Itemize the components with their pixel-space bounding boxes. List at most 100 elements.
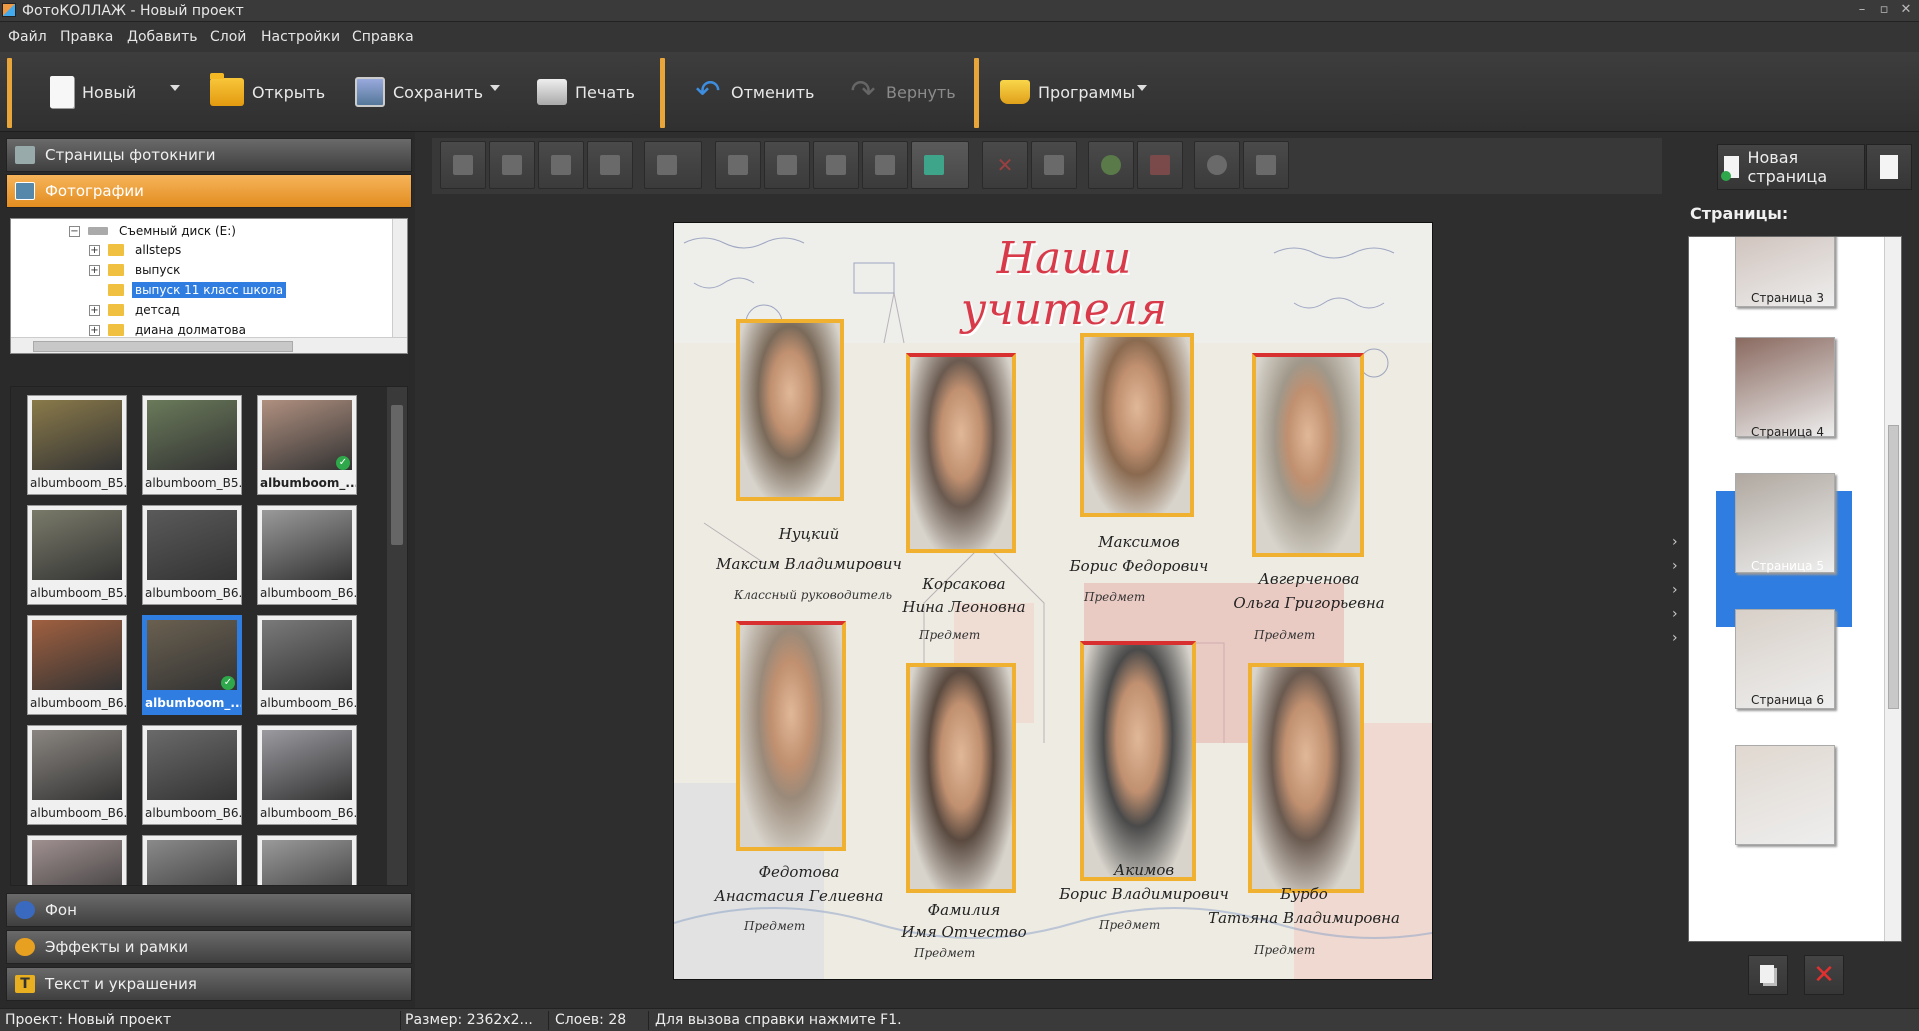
menu-help[interactable]: Справка xyxy=(352,29,414,45)
collapse-icon[interactable]: − xyxy=(69,225,80,237)
menu-settings[interactable]: Настройки xyxy=(261,29,340,45)
redo-button[interactable]: ↷ Вернуть xyxy=(848,62,955,122)
delete-page-button[interactable]: ✕ xyxy=(1804,955,1844,995)
programs-dropdown-arrow-icon[interactable] xyxy=(1137,85,1147,91)
page-thumbnail[interactable] xyxy=(1735,745,1835,845)
save-button[interactable]: Сохранить xyxy=(355,62,483,122)
teacher-name[interactable]: Акимов xyxy=(1044,861,1244,880)
teacher-photo[interactable] xyxy=(736,319,844,501)
section-text-decorations[interactable]: T Текст и украшения xyxy=(6,967,412,1001)
color-effects-button[interactable] xyxy=(1088,141,1134,189)
programs-button[interactable]: Программы xyxy=(1000,62,1135,122)
section-effects-frames[interactable]: Эффекты и рамки xyxy=(6,930,412,964)
menu-file[interactable]: Файл xyxy=(8,29,47,45)
settings-button[interactable] xyxy=(1194,141,1240,189)
rotate-right-button[interactable] xyxy=(764,141,810,189)
teacher-subject[interactable]: Предмет xyxy=(914,946,975,960)
teacher-photo[interactable] xyxy=(906,353,1016,553)
page-settings-button[interactable] xyxy=(1866,144,1912,190)
photo-thumbnail[interactable]: albumboom_B5... xyxy=(27,505,127,605)
tree-horizontal-scrollbar[interactable] xyxy=(11,337,407,353)
teacher-subject[interactable]: Предмет xyxy=(1254,628,1315,642)
section-photos[interactable]: Фотографии xyxy=(6,174,412,208)
teacher-name[interactable]: Нуцкий xyxy=(714,525,904,544)
teacher-name[interactable]: Татьяна Владимировна xyxy=(1204,909,1404,928)
send-to-back-button[interactable] xyxy=(587,141,633,189)
bring-forward-button[interactable] xyxy=(489,141,535,189)
teacher-name[interactable]: Федотова xyxy=(704,863,894,882)
page-thumbnail[interactable] xyxy=(1735,473,1835,573)
section-background[interactable]: Фон xyxy=(6,893,412,927)
teacher-name[interactable]: Максимов xyxy=(1044,533,1234,552)
photo-thumbnail[interactable]: albumboom_B6... xyxy=(27,725,127,825)
photo-thumbnail[interactable] xyxy=(257,835,357,885)
teacher-photo[interactable] xyxy=(1252,353,1364,557)
align-button[interactable] xyxy=(644,141,702,189)
page-heading[interactable]: Наши учителя xyxy=(914,233,1214,335)
teacher-name[interactable]: Борис Федорович xyxy=(1044,557,1234,576)
photo-thumbnail[interactable]: albumboom_B5... xyxy=(142,395,242,495)
teacher-photo[interactable] xyxy=(736,621,846,851)
teacher-subject[interactable]: Предмет xyxy=(1254,943,1315,957)
tree-item[interactable]: + детсад xyxy=(89,300,183,320)
teacher-name[interactable]: Бурбо xyxy=(1204,885,1404,904)
expand-icon[interactable]: + xyxy=(89,304,100,316)
teacher-subject[interactable]: Предмет xyxy=(744,919,805,933)
folder-tree[interactable]: − Съемный диск (E:) + allsteps + выпуск выпуск… xyxy=(10,218,408,354)
photo-thumbnail[interactable]: albumboom_B6... xyxy=(142,505,242,605)
teacher-name[interactable]: Нина Леоновна xyxy=(864,598,1064,617)
expand-icon[interactable]: + xyxy=(89,324,100,336)
tree-item[interactable]: − Съемный диск (E:) xyxy=(69,221,239,241)
new-page-button[interactable]: Новая страница xyxy=(1717,144,1865,190)
print-button[interactable]: Печать xyxy=(537,62,635,122)
teacher-subject[interactable]: Предмет xyxy=(919,628,980,642)
bring-to-front-button[interactable] xyxy=(440,141,486,189)
teacher-name[interactable]: Ольга Григорьевна xyxy=(1214,594,1404,613)
rotate-left-button[interactable] xyxy=(715,141,761,189)
photo-thumbnail[interactable]: albumboom_... ✓ xyxy=(257,395,357,495)
photo-thumbnail[interactable]: albumboom_B6... xyxy=(257,615,357,715)
tree-item[interactable]: + выпуск xyxy=(89,260,183,280)
menu-add[interactable]: Добавить xyxy=(127,29,197,45)
teacher-photo[interactable] xyxy=(1080,641,1196,881)
teacher-subject[interactable]: Предмет xyxy=(1084,590,1145,604)
new-dropdown-arrow-icon[interactable] xyxy=(170,85,180,91)
photo-thumbnail[interactable]: albumboom_B6... xyxy=(142,725,242,825)
teacher-photo[interactable] xyxy=(1248,663,1364,893)
page-thumbnail[interactable] xyxy=(1735,337,1835,437)
photo-thumbnail[interactable]: albumboom_B6... xyxy=(257,505,357,605)
section-photobook-pages[interactable]: Страницы фотокниги xyxy=(6,138,412,172)
photo-thumbnail[interactable]: albumboom_... ✓ xyxy=(142,615,242,715)
picture-fit-button[interactable] xyxy=(911,141,969,189)
flip-vertical-button[interactable] xyxy=(862,141,908,189)
open-button[interactable]: Открыть xyxy=(210,62,325,122)
crop-button[interactable] xyxy=(1031,141,1077,189)
tree-item[interactable]: выпуск 11 класс школа xyxy=(89,280,287,300)
save-dropdown-arrow-icon[interactable] xyxy=(490,85,500,91)
teacher-name[interactable]: Авгерченова xyxy=(1214,570,1404,589)
thumbnails-scrollbar[interactable] xyxy=(387,387,407,885)
scroll-thumb[interactable] xyxy=(33,341,293,352)
collapse-arrows[interactable]: › › › › › xyxy=(1672,530,1678,650)
expand-icon[interactable]: + xyxy=(89,264,100,276)
menu-layer[interactable]: Слой xyxy=(210,29,246,45)
teacher-name[interactable]: Имя Отчество xyxy=(864,923,1064,942)
maximize-button[interactable]: ▫ xyxy=(1874,1,1894,19)
send-backward-button[interactable] xyxy=(538,141,584,189)
tree-item[interactable]: + allsteps xyxy=(89,240,184,260)
photo-thumbnail[interactable] xyxy=(27,835,127,885)
teacher-name[interactable]: Максим Владимирович xyxy=(714,555,904,574)
photo-thumbnail[interactable]: albumboom_B5... xyxy=(27,395,127,495)
lock-button[interactable] xyxy=(1243,141,1289,189)
new-button[interactable]: Новый xyxy=(50,62,136,122)
menu-edit[interactable]: Правка xyxy=(60,29,113,45)
flip-horizontal-button[interactable] xyxy=(813,141,859,189)
duplicate-page-button[interactable] xyxy=(1748,955,1788,995)
scroll-thumb[interactable] xyxy=(1888,425,1899,709)
photo-thumbnail[interactable]: albumboom_B6... xyxy=(257,725,357,825)
collage-page[interactable]: Наши учителя Нуцкий Максим Владимирович Кл… xyxy=(673,222,1433,980)
tree-vertical-scrollbar[interactable] xyxy=(392,219,407,337)
teacher-subject[interactable]: Предмет xyxy=(1099,918,1160,932)
delete-layer-button[interactable]: ✕ xyxy=(982,141,1028,189)
teacher-photo[interactable] xyxy=(1080,333,1194,517)
